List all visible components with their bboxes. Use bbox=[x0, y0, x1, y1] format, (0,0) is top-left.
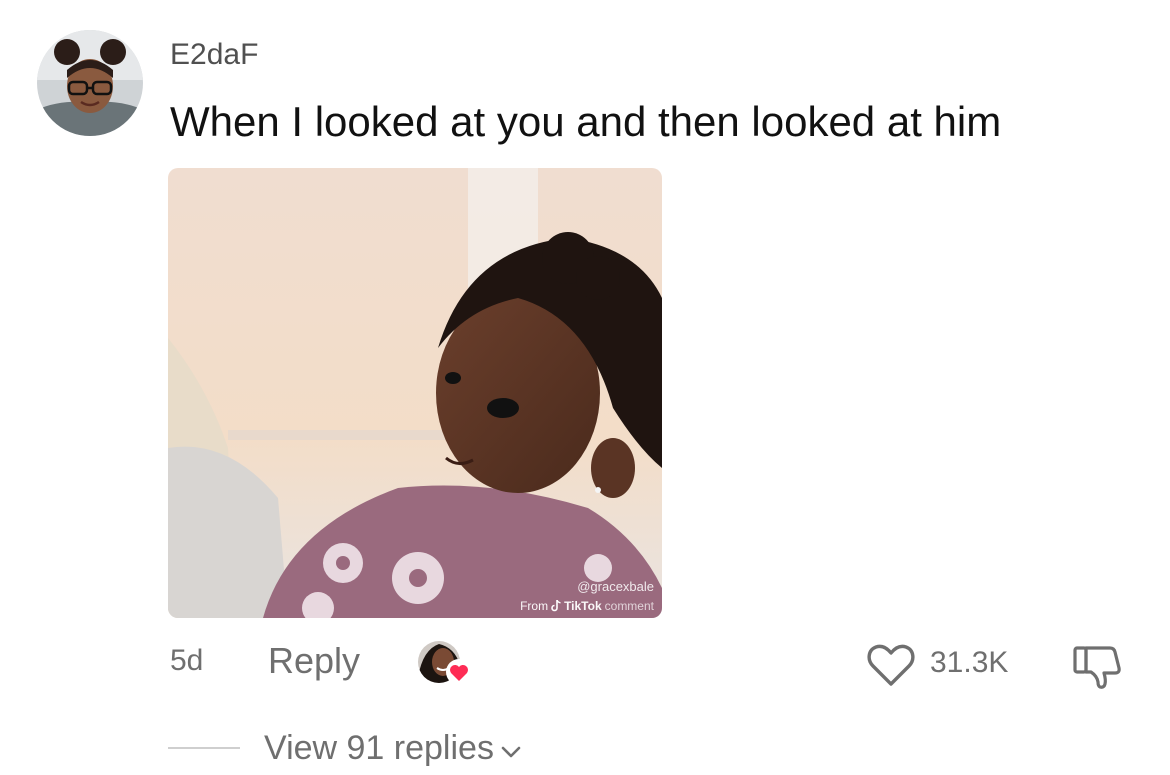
thumbs-down-icon[interactable] bbox=[1070, 642, 1124, 692]
heart-icon[interactable] bbox=[866, 642, 916, 688]
user-avatar[interactable] bbox=[37, 30, 143, 136]
chevron-down-icon bbox=[500, 729, 522, 768]
replies-row: View 91 replies bbox=[0, 725, 1170, 773]
gif-image bbox=[168, 168, 662, 618]
tiktok-logo-icon bbox=[551, 600, 561, 612]
view-replies-button[interactable]: View 91 replies bbox=[264, 729, 522, 768]
view-replies-label: View 91 replies bbox=[264, 729, 494, 767]
creator-liked-badge bbox=[417, 640, 477, 688]
avatar-image bbox=[37, 30, 143, 136]
comment-gif[interactable]: @gracexbale From TikTok comment bbox=[168, 168, 662, 618]
reply-button[interactable]: Reply bbox=[268, 640, 360, 682]
comment-text: When I looked at you and then looked at … bbox=[170, 98, 1002, 145]
comment-actions: 5d Reply 31.3K bbox=[0, 640, 1170, 690]
watermark-handle: @gracexbale bbox=[577, 579, 654, 594]
like-count: 31.3K bbox=[930, 646, 1009, 679]
comment-age: 5d bbox=[170, 644, 204, 677]
watermark-source: From TikTok comment bbox=[520, 599, 654, 613]
watermark-from: From bbox=[520, 599, 549, 613]
watermark-note: comment bbox=[604, 599, 654, 613]
comment-username[interactable]: E2daF bbox=[170, 38, 258, 72]
heart-badge-icon bbox=[446, 659, 472, 685]
replies-divider bbox=[168, 747, 240, 749]
watermark-brand: TikTok bbox=[564, 599, 602, 613]
